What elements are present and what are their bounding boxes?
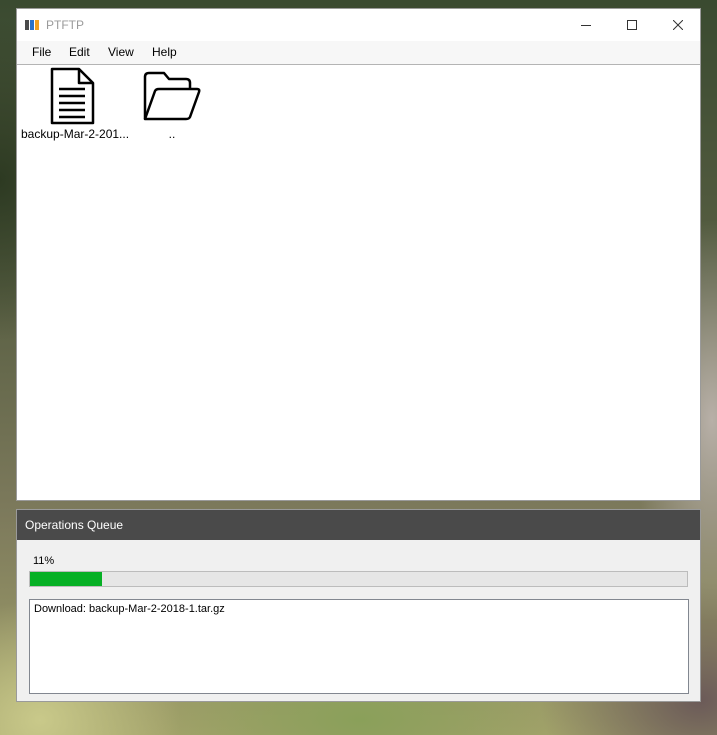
menu-file[interactable]: File: [32, 45, 51, 59]
app-logo-icon: [25, 20, 41, 30]
menu-help[interactable]: Help: [152, 45, 177, 59]
queue-title: Operations Queue: [25, 518, 124, 532]
minimize-icon: [581, 24, 591, 26]
close-icon: [673, 19, 683, 30]
file-name: backup-Mar-2-201...: [21, 127, 130, 141]
progress-bar: [29, 571, 688, 587]
file-list[interactable]: backup-Mar-2-201... ..: [17, 64, 700, 500]
queue-log-entry: Download: backup-Mar-2-2018-1.tar.gz: [34, 603, 225, 615]
menu-edit[interactable]: Edit: [69, 45, 90, 59]
operations-queue-panel: Operations Queue 11% Download: backup-Ma…: [16, 509, 701, 702]
ptftp-window: PTFTP File Edit View Help backup-Mar-2-2…: [16, 8, 701, 501]
title-bar[interactable]: PTFTP: [17, 9, 700, 41]
folder-icon: [143, 71, 201, 121]
menu-bar: File Edit View Help: [17, 41, 700, 64]
queue-log[interactable]: Download: backup-Mar-2-2018-1.tar.gz: [29, 599, 689, 694]
menu-view[interactable]: View: [108, 45, 134, 59]
minimize-button[interactable]: [563, 9, 609, 40]
maximize-icon: [627, 19, 637, 30]
progress-bar-fill: [30, 572, 103, 586]
file-name: ..: [168, 127, 176, 141]
file-item[interactable]: ..: [122, 67, 222, 147]
file-item[interactable]: backup-Mar-2-201...: [21, 67, 130, 147]
document-icon: [50, 67, 95, 125]
close-button[interactable]: [655, 9, 701, 40]
queue-header: Operations Queue: [17, 510, 700, 540]
window-title: PTFTP: [46, 18, 84, 32]
maximize-button[interactable]: [609, 9, 655, 40]
progress-percent: 11%: [33, 555, 55, 567]
